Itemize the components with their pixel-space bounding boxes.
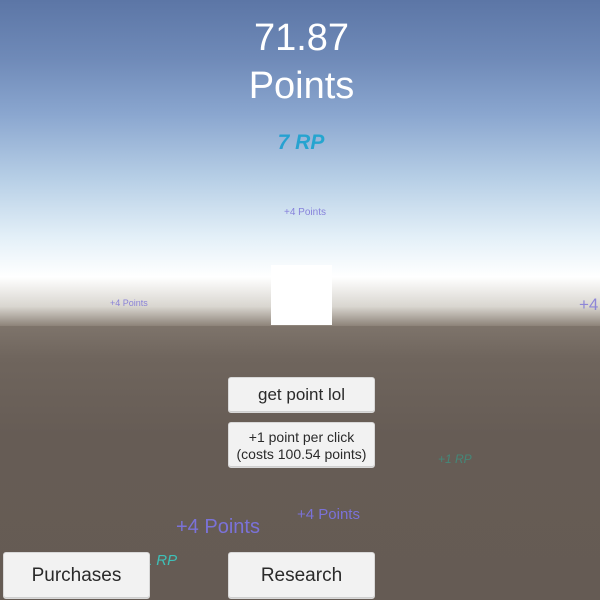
floating-points-popup: +4 Points [176, 516, 260, 538]
floating-points-popup: +4 Points [110, 298, 148, 308]
floating-points-popup: +4 Points [284, 207, 326, 218]
clicker-cube[interactable] [271, 265, 332, 325]
game-scene: +4 Points +4 Points +4 +4 Points +4 Poin… [0, 0, 600, 600]
floating-points-popup: +4 Points [297, 506, 360, 523]
upgrade-title: +1 point per click [248, 429, 355, 445]
upgrade-points-per-click-button[interactable]: +1 point per click (costs 100.54 points) [228, 422, 375, 468]
get-point-button[interactable]: get point lol [228, 377, 375, 413]
floating-points-popup-partial: +4 [579, 295, 599, 314]
points-counter: 71.87 [253, 17, 350, 59]
upgrade-cost: (costs 100.54 points) [236, 446, 367, 462]
research-points-counter: 7 RP [0, 130, 600, 156]
research-button[interactable]: Research [228, 552, 375, 599]
floating-rp-popup: +1 RP [438, 452, 472, 466]
points-label: Points [248, 65, 355, 107]
purchases-button[interactable]: Purchases [3, 552, 150, 599]
